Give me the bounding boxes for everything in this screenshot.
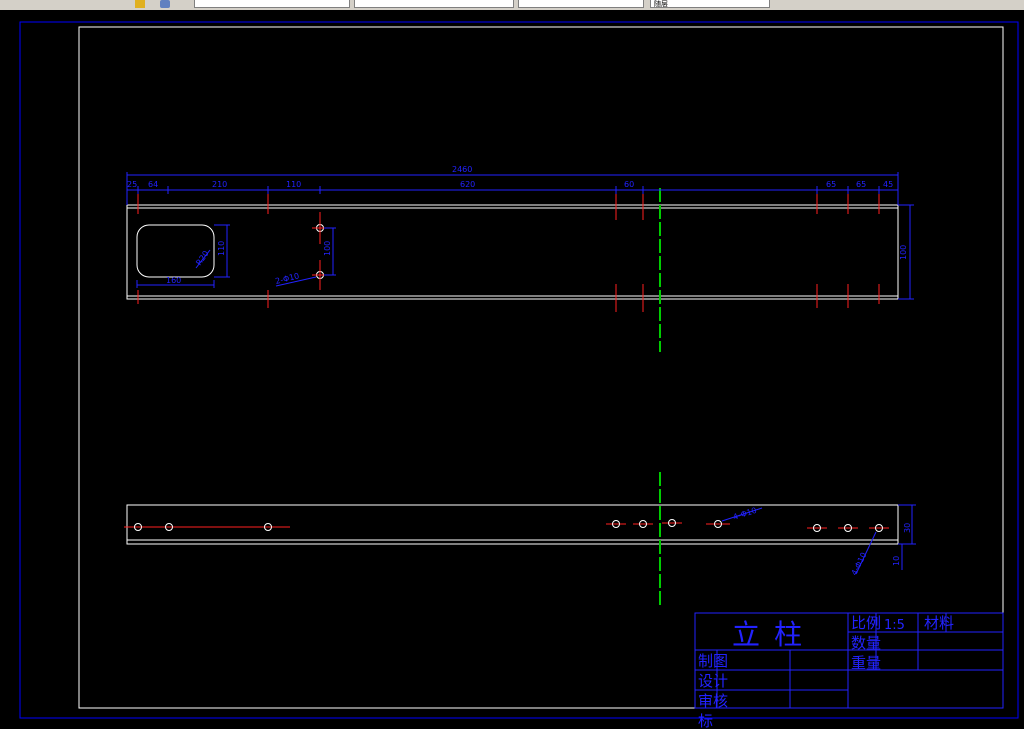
dim-text-slot-width: 160 (166, 276, 181, 285)
designed-label: 设计 (698, 672, 728, 690)
drawn-label: 制图 (698, 652, 728, 670)
dim-text: 110 (286, 180, 301, 189)
dim-text: 65 (856, 180, 866, 189)
dim-text-overall: 2460 (452, 165, 472, 174)
layer-dropdown[interactable] (194, 0, 350, 8)
dim-text: 64 (148, 180, 158, 189)
dim-text-side-gap: 10 (892, 556, 901, 566)
dim-text: 210 (212, 180, 227, 189)
scale-label: 比例 (851, 614, 881, 632)
part-name: 立柱 (732, 618, 816, 651)
material-label: 材料 (924, 614, 954, 632)
3d-orbit-icon[interactable] (160, 0, 170, 8)
dim-text: 620 (460, 180, 475, 189)
dim-text: 25 (127, 180, 137, 189)
dim-text-side-height: 30 (903, 523, 912, 533)
quantity-label: 数量 (851, 634, 881, 652)
scale-value: 1:5 (884, 618, 905, 633)
checked-label: 审核 (698, 692, 728, 710)
dim-text: 45 (883, 180, 893, 189)
weight-label: 重量 (851, 654, 881, 672)
color-dropdown[interactable] (354, 0, 514, 8)
lineweight-dropdown[interactable]: 随层 (650, 0, 770, 8)
dim-text-hole-spacing: 100 (323, 241, 332, 256)
layer-tool-icon[interactable] (135, 0, 145, 8)
standard-label: 标 (698, 712, 713, 729)
lineweight-dropdown-value: 随层 (654, 0, 668, 8)
dim-text-slot-height: 110 (217, 241, 226, 256)
dim-text: 60 (624, 180, 634, 189)
dim-text: 65 (826, 180, 836, 189)
drawing-canvas[interactable]: 2460 25 64 210 110 620 60 65 65 45 100 1… (0, 10, 1024, 729)
dim-text-height: 100 (899, 245, 908, 260)
linetype-dropdown[interactable] (518, 0, 644, 8)
